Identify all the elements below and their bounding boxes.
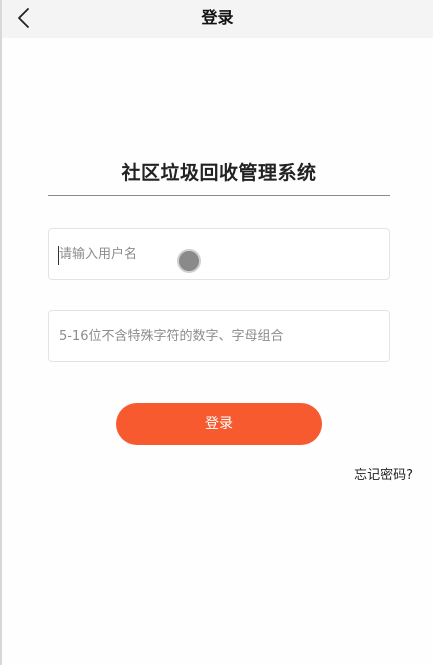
title-divider: [48, 195, 390, 196]
password-field[interactable]: [48, 310, 390, 362]
app-title: 社区垃圾回收管理系统: [121, 162, 317, 184]
text-cursor: [58, 246, 59, 265]
login-screen: 登录 社区垃圾回收管理系统 登录 忘记密码?: [0, 0, 433, 665]
password-input[interactable]: [59, 311, 379, 361]
touch-indicator: [177, 249, 201, 273]
nav-title: 登录: [201, 8, 234, 27]
navbar: 登录: [2, 0, 433, 38]
forgot-password-link[interactable]: 忘记密码?: [354, 464, 413, 483]
username-field[interactable]: [48, 228, 390, 280]
login-button[interactable]: 登录: [116, 403, 322, 445]
username-input[interactable]: [59, 229, 379, 279]
